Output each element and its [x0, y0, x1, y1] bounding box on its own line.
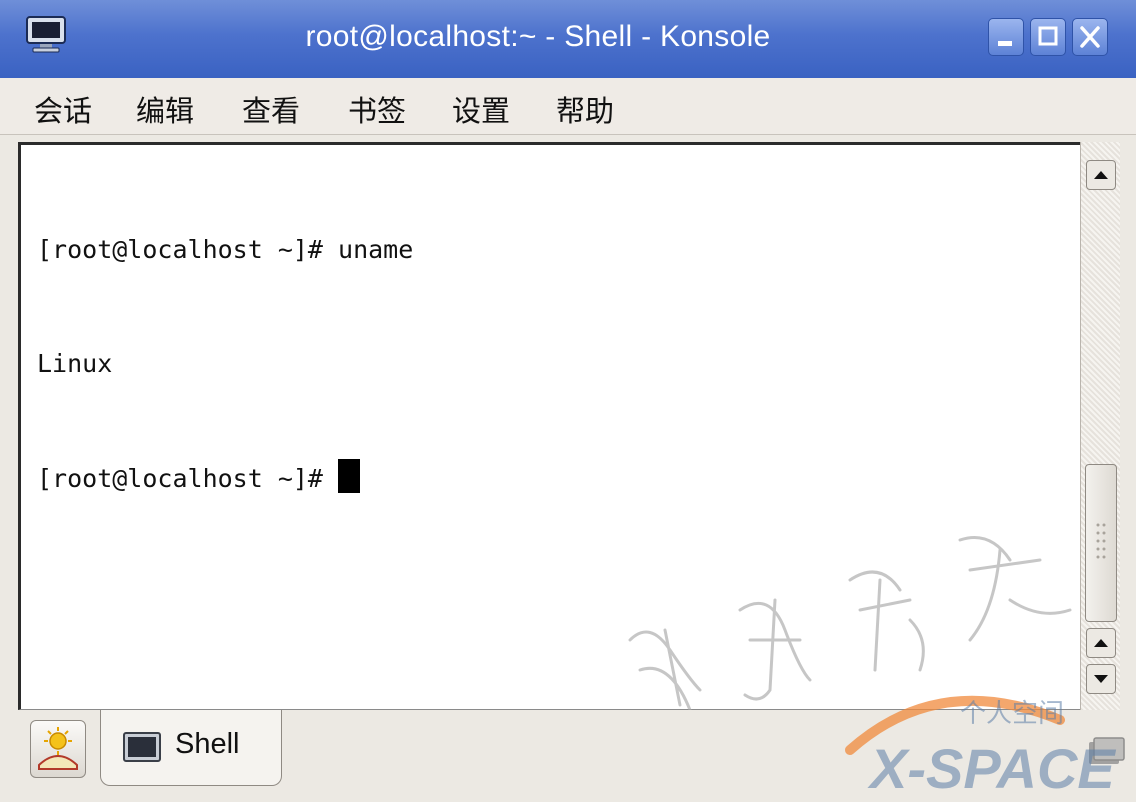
scroll-up-top-button[interactable] — [1086, 160, 1116, 190]
terminal-area[interactable]: [root@localhost ~]# uname Linux [root@lo… — [18, 142, 1080, 710]
terminal-output: [root@localhost ~]# uname Linux [root@lo… — [37, 155, 413, 573]
window-title: root@localhost:~ - Shell - Konsole — [305, 20, 771, 53]
session-tab-label: Shell — [175, 728, 240, 760]
text-cursor — [338, 459, 361, 493]
terminal-prompt: [root@localhost ~]# — [37, 464, 339, 493]
scroll-up-button[interactable] — [1086, 628, 1116, 658]
terminal-line: [root@localhost ~]# — [37, 459, 413, 497]
menu-bar: 会话 编辑 查看 书签 设置 帮助 — [0, 78, 1136, 135]
scrollbar-thumb[interactable] — [1085, 464, 1117, 622]
close-icon — [1080, 26, 1100, 48]
menu-bookmarks[interactable]: 书签 — [344, 86, 410, 132]
close-button[interactable] — [1072, 18, 1108, 56]
menu-edit[interactable]: 编辑 — [132, 86, 198, 132]
minimize-icon — [998, 41, 1012, 46]
menu-help[interactable]: 帮助 — [552, 86, 618, 132]
konsole-window: root@localhost:~ - Shell - Konsole 会话 编辑… — [0, 0, 1136, 802]
menu-session[interactable]: 会话 — [30, 86, 96, 132]
scroll-down-button[interactable] — [1086, 664, 1116, 694]
terminal-line: [root@localhost ~]# uname — [37, 235, 414, 264]
vertical-scrollbar[interactable] — [1080, 142, 1120, 710]
session-tab-bar: Shell — [0, 710, 1136, 802]
arrow-up-icon — [1094, 171, 1108, 179]
terminal-tab-icon — [123, 732, 161, 762]
maximize-button[interactable] — [1030, 18, 1066, 56]
maximize-icon — [1038, 26, 1058, 46]
terminal-line: Linux — [37, 349, 113, 378]
minimize-button[interactable] — [988, 18, 1024, 56]
arrow-down-icon — [1094, 675, 1108, 683]
new-session-button[interactable] — [30, 720, 86, 778]
close-tab-icon[interactable] — [1086, 732, 1126, 772]
menu-view[interactable]: 查看 — [238, 86, 304, 132]
arrow-up-icon — [1094, 639, 1108, 647]
new-session-icon — [38, 727, 78, 770]
grip-icon — [1096, 523, 1106, 559]
session-tab-shell[interactable]: Shell — [100, 710, 282, 786]
menu-settings[interactable]: 设置 — [448, 86, 514, 132]
title-bar[interactable]: root@localhost:~ - Shell - Konsole — [0, 0, 1136, 78]
